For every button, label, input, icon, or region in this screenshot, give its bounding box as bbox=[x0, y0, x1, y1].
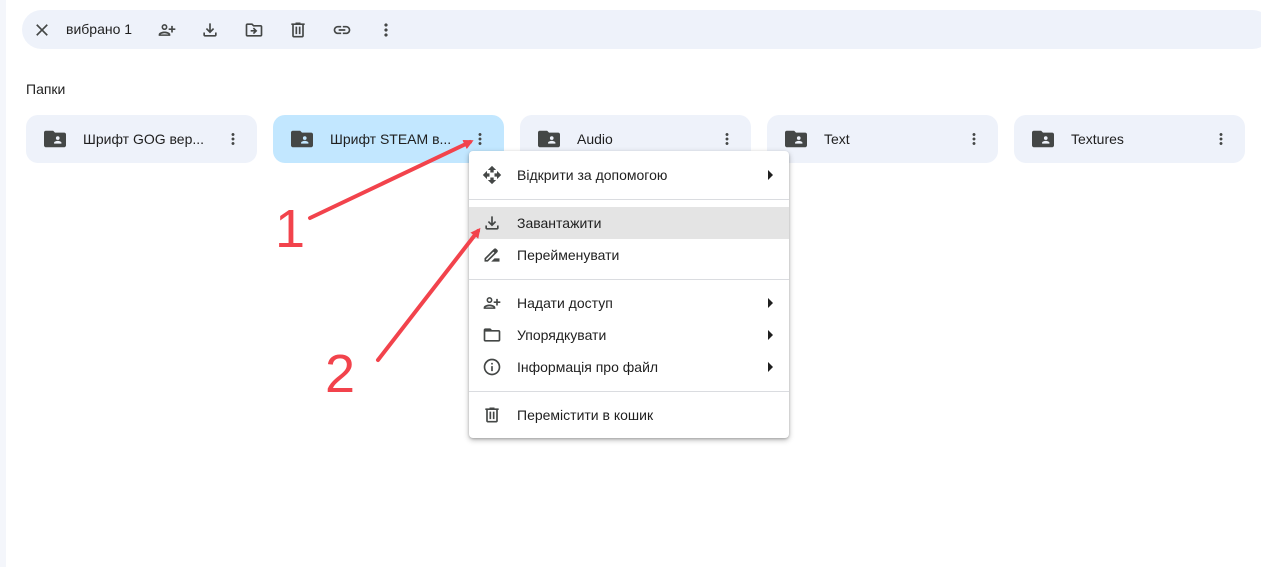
submenu-arrow-icon bbox=[768, 330, 773, 340]
more-vert-icon bbox=[972, 133, 976, 145]
menu-item-label: Перемістити в кошик bbox=[517, 407, 654, 423]
menu-divider bbox=[469, 199, 789, 200]
left-edge bbox=[0, 0, 6, 567]
menu-item-label: Надати доступ bbox=[517, 295, 613, 311]
share-icon bbox=[158, 24, 176, 36]
menu-item-organize[interactable]: Упорядкувати bbox=[469, 319, 789, 351]
shared-folder-icon bbox=[1032, 129, 1054, 149]
submenu-arrow-icon bbox=[768, 170, 773, 180]
folder-open-icon bbox=[483, 328, 501, 342]
menu-item-label: Перейменувати bbox=[517, 247, 620, 263]
folder-more-button[interactable] bbox=[715, 127, 739, 151]
submenu-arrow-icon bbox=[768, 298, 773, 308]
annotation-arrow-2 bbox=[376, 227, 481, 362]
annotation-number-2: 2 bbox=[325, 344, 356, 404]
submenu-arrow-icon bbox=[768, 362, 773, 372]
annotation-number-1: 1 bbox=[275, 199, 306, 259]
move-button[interactable] bbox=[242, 18, 266, 42]
menu-item-label: Інформація про файл bbox=[517, 359, 659, 375]
folder-card-0[interactable]: Шрифт GOG вер... bbox=[26, 115, 257, 163]
more-actions-button[interactable] bbox=[374, 18, 398, 42]
trash-icon bbox=[291, 22, 305, 38]
menu-item-label: Завантажити bbox=[517, 215, 602, 231]
move-icon bbox=[245, 23, 263, 37]
clear-selection-button[interactable] bbox=[30, 18, 54, 42]
folder-name: Шрифт GOG вер... bbox=[83, 131, 205, 147]
shared-folder-icon bbox=[538, 129, 560, 149]
folder-card-3[interactable]: Text bbox=[767, 115, 998, 163]
selected-count: вибрано 1 bbox=[66, 21, 133, 37]
menu-item-file-info[interactable]: Інформація про файл bbox=[469, 351, 789, 383]
menu-item-download[interactable]: Завантажити bbox=[469, 207, 789, 239]
shared-folder-icon bbox=[291, 129, 313, 149]
folder-name: Audio bbox=[577, 131, 613, 147]
menu-item-move-to-trash[interactable]: Перемістити в кошик bbox=[469, 399, 789, 431]
menu-divider bbox=[469, 391, 789, 392]
link-icon bbox=[333, 25, 351, 35]
folder-more-button[interactable] bbox=[1209, 127, 1233, 151]
menu-item-rename[interactable]: Перейменувати bbox=[469, 239, 789, 271]
folder-name: Шрифт STEAM в... bbox=[330, 131, 452, 147]
download-button[interactable] bbox=[198, 18, 222, 42]
folder-more-button[interactable] bbox=[221, 127, 245, 151]
shared-folder-icon bbox=[44, 129, 66, 149]
folder-name: Text bbox=[824, 131, 850, 147]
menu-item-open-with[interactable]: Відкрити за допомогою bbox=[469, 159, 789, 191]
delete-button[interactable] bbox=[286, 18, 310, 42]
folder-name: Textures bbox=[1071, 131, 1124, 147]
close-icon bbox=[36, 24, 48, 36]
folder-card-4[interactable]: Textures bbox=[1014, 115, 1245, 163]
folder-more-button[interactable] bbox=[962, 127, 986, 151]
folders-section-title: Папки bbox=[26, 81, 66, 97]
menu-item-label: Відкрити за допомогою bbox=[517, 167, 668, 183]
info-icon bbox=[483, 358, 501, 376]
open-with-icon bbox=[482, 165, 502, 185]
more-vert-icon bbox=[384, 23, 388, 37]
download-icon bbox=[485, 216, 499, 230]
rename-icon bbox=[484, 248, 500, 262]
menu-divider bbox=[469, 279, 789, 280]
folder-more-button[interactable] bbox=[468, 127, 492, 151]
more-vert-icon bbox=[1219, 133, 1223, 145]
copy-link-button[interactable] bbox=[330, 18, 354, 42]
download-icon bbox=[203, 23, 217, 37]
menu-item-label: Упорядкувати bbox=[517, 327, 607, 343]
more-vert-icon bbox=[478, 133, 482, 145]
menu-item-share[interactable]: Надати доступ bbox=[469, 287, 789, 319]
share-icon bbox=[483, 297, 501, 309]
share-button[interactable] bbox=[155, 18, 179, 42]
selection-toolbar: вибрано 1 bbox=[22, 10, 1261, 49]
trash-icon bbox=[485, 407, 499, 423]
more-vert-icon bbox=[725, 133, 729, 145]
context-menu: Відкрити за допомогою Завантажити Перейм… bbox=[469, 151, 789, 438]
shared-folder-icon bbox=[785, 129, 807, 149]
more-vert-icon bbox=[231, 133, 235, 145]
